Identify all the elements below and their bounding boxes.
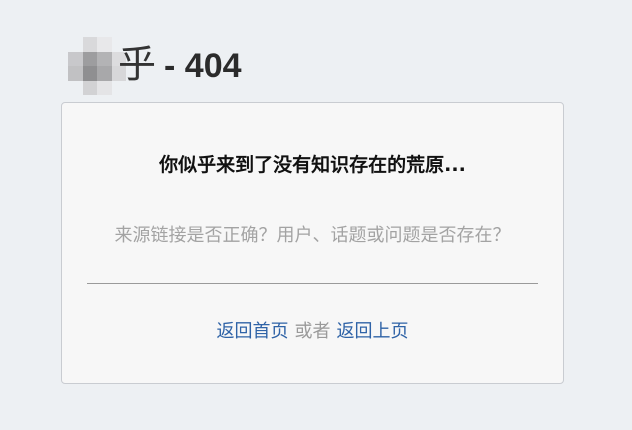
logo-character: 乎 bbox=[118, 42, 157, 86]
page-title: - 404 bbox=[164, 47, 242, 85]
back-link[interactable]: 返回上页 bbox=[337, 321, 409, 342]
error-headline: 你似乎来到了没有知识存在的荒原... bbox=[159, 154, 466, 176]
home-link[interactable]: 返回首页 bbox=[217, 321, 289, 342]
link-separator: 或者 bbox=[294, 321, 331, 342]
divider bbox=[87, 283, 538, 284]
error-card: 你似乎来到了没有知识存在的荒原... 来源链接是否正确？用户、话题或问题是否存在… bbox=[61, 102, 564, 384]
page-header: 乎 - 404 bbox=[68, 35, 242, 97]
error-hint: 来源链接是否正确？用户、话题或问题是否存在？ bbox=[114, 225, 511, 246]
navigation-links: 返回首页 或者 返回上页 bbox=[62, 317, 563, 343]
